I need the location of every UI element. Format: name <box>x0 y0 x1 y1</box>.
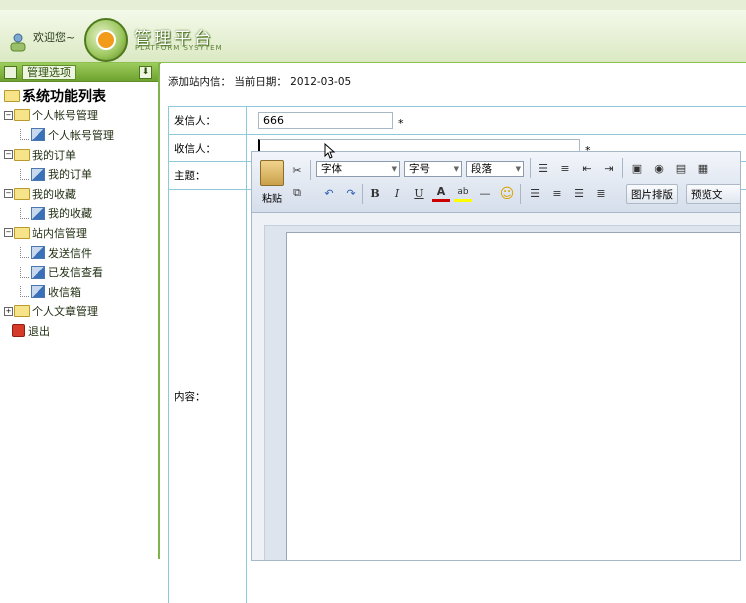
tree-folder-account[interactable]: − 个人帐号管理 <box>4 106 158 126</box>
mouse-cursor <box>324 142 336 159</box>
tree-folder-orders[interactable]: − 我的订单 <box>4 145 158 165</box>
paragraph-select[interactable]: 段落 ▼ <box>466 161 524 177</box>
subject-label: 主题： <box>168 162 247 189</box>
folder-icon <box>14 226 30 239</box>
folder-icon <box>14 148 30 161</box>
breadcrumb: 添加站内信： 当前日期： 2012-03-05 <box>168 76 352 88</box>
sender-row: 发信人： 666 * <box>168 107 746 135</box>
image-icon[interactable]: ▣ <box>628 160 646 178</box>
welcome-text: 欢迎您~ <box>33 31 76 44</box>
tree-folder-articles[interactable]: + 个人文章管理 <box>4 302 158 322</box>
tree-item-logout[interactable]: 退出 <box>4 321 158 341</box>
tree-item-favorites[interactable]: 我的收藏 <box>4 204 158 224</box>
justify-icon[interactable]: ≣ <box>592 185 610 203</box>
align-center-icon[interactable]: ≡ <box>548 185 566 203</box>
edit-icon <box>31 167 45 181</box>
indent-icon[interactable]: ⇥ <box>600 160 618 178</box>
image-layout-button[interactable]: 图片排版 <box>626 184 678 204</box>
edit-icon <box>31 265 45 279</box>
bold-button[interactable]: B <box>366 185 384 203</box>
copy-icon[interactable]: ⧉ <box>288 184 306 202</box>
folder-icon <box>14 305 30 318</box>
ordered-list-icon[interactable]: ☰ <box>534 160 552 178</box>
menu-icon <box>4 66 17 79</box>
outdent-icon[interactable]: ⇤ <box>578 160 596 178</box>
tree-folder-favorites[interactable]: − 我的收藏 <box>4 184 158 204</box>
align-left-icon[interactable]: ☰ <box>526 185 544 203</box>
exit-icon <box>12 324 25 338</box>
manage-options-button[interactable]: 管理选项 <box>22 65 76 80</box>
horizontal-ruler <box>252 213 740 226</box>
font-size-select[interactable]: 字号 ▼ <box>404 161 462 177</box>
sender-label: 发信人： <box>168 107 247 134</box>
main-content: 添加站内信： 当前日期： 2012-03-05 发信人： 666 * 收信人： … <box>161 63 746 603</box>
preview-button[interactable]: 预览文 <box>686 184 740 204</box>
tree-item-account[interactable]: 个人帐号管理 <box>4 125 158 145</box>
folder-icon <box>4 89 20 102</box>
align-right-icon[interactable]: ☰ <box>570 185 588 203</box>
folder-icon <box>14 187 30 200</box>
sidebar: 管理选项 ⬇ 系统功能列表 − 个人帐号管理 个人帐号管理 − 我的订单 我的订单 … <box>0 63 160 559</box>
collapse-sidebar-button[interactable]: ⬇ <box>139 66 152 79</box>
edit-icon <box>31 206 45 220</box>
cut-icon[interactable]: ✂ <box>288 162 306 180</box>
italic-button[interactable]: I <box>388 185 406 203</box>
editor-toolbar: 粘贴 ✂ ⧉ 字体 ▼ 字号 ▼ 段落 ▼ ☰ ≡ ⇤ ⇥ ▣ ◉ ▤ ▦ ↶ ↷ B… <box>252 152 740 213</box>
redo-icon[interactable]: ↷ <box>342 185 360 203</box>
paste-button[interactable]: 粘贴 <box>258 158 286 206</box>
logo-subtitle: PLATFORM SYSYTEM <box>135 44 223 52</box>
font-family-select[interactable]: 字体 ▼ <box>316 161 400 177</box>
template-icon[interactable]: ▦ <box>694 160 712 178</box>
logo-icon <box>84 18 128 62</box>
unordered-list-icon[interactable]: ≡ <box>556 160 574 178</box>
rich-text-editor: 粘贴 ✂ ⧉ 字体 ▼ 字号 ▼ 段落 ▼ ☰ ≡ ⇤ ⇥ ▣ ◉ ▤ ▦ ↶ ↷ B… <box>251 151 741 561</box>
content-label: 内容： <box>168 190 247 603</box>
tree-item-inbox[interactable]: 收信箱 <box>4 282 158 302</box>
edit-icon <box>31 285 45 299</box>
font-color-button[interactable]: A <box>432 185 450 202</box>
tree-item-sent-mail[interactable]: 已发信查看 <box>4 262 158 282</box>
tree-item-send-mail[interactable]: 发送信件 <box>4 243 158 263</box>
media-icon[interactable]: ◉ <box>650 160 668 178</box>
tree-folder-messages[interactable]: − 站内信管理 <box>4 223 158 243</box>
app-header: 欢迎您~ 管理平台 PLATFORM SYSYTEM <box>0 10 746 64</box>
edit-icon <box>31 128 45 142</box>
sender-input[interactable]: 666 <box>258 112 393 129</box>
vertical-ruler <box>252 225 265 560</box>
receiver-label: 收信人： <box>168 135 247 161</box>
highlight-icon[interactable]: ab <box>454 185 472 202</box>
tree-item-orders[interactable]: 我的订单 <box>4 164 158 184</box>
editor-content-area[interactable] <box>286 232 740 560</box>
function-tree: 系统功能列表 − 个人帐号管理 个人帐号管理 − 我的订单 我的订单 − 我的收藏 我… <box>0 82 158 341</box>
edit-icon <box>31 246 45 260</box>
undo-icon[interactable]: ↶ <box>320 185 338 203</box>
required-mark: * <box>398 117 404 130</box>
sidebar-header: 管理选项 ⬇ <box>0 63 158 82</box>
table-icon[interactable]: ▤ <box>672 160 690 178</box>
message-form: 发信人： 666 * 收信人： * 主题： * 内容： <box>168 106 746 603</box>
folder-icon <box>14 109 30 122</box>
horizontal-rule-icon[interactable]: — <box>476 185 494 203</box>
user-icon <box>8 32 28 52</box>
tree-root[interactable]: 系统功能列表 <box>4 86 158 106</box>
emoticon-icon[interactable]: ☺ <box>498 185 516 203</box>
clipboard-icon <box>260 160 284 186</box>
underline-button[interactable]: U <box>410 185 428 203</box>
